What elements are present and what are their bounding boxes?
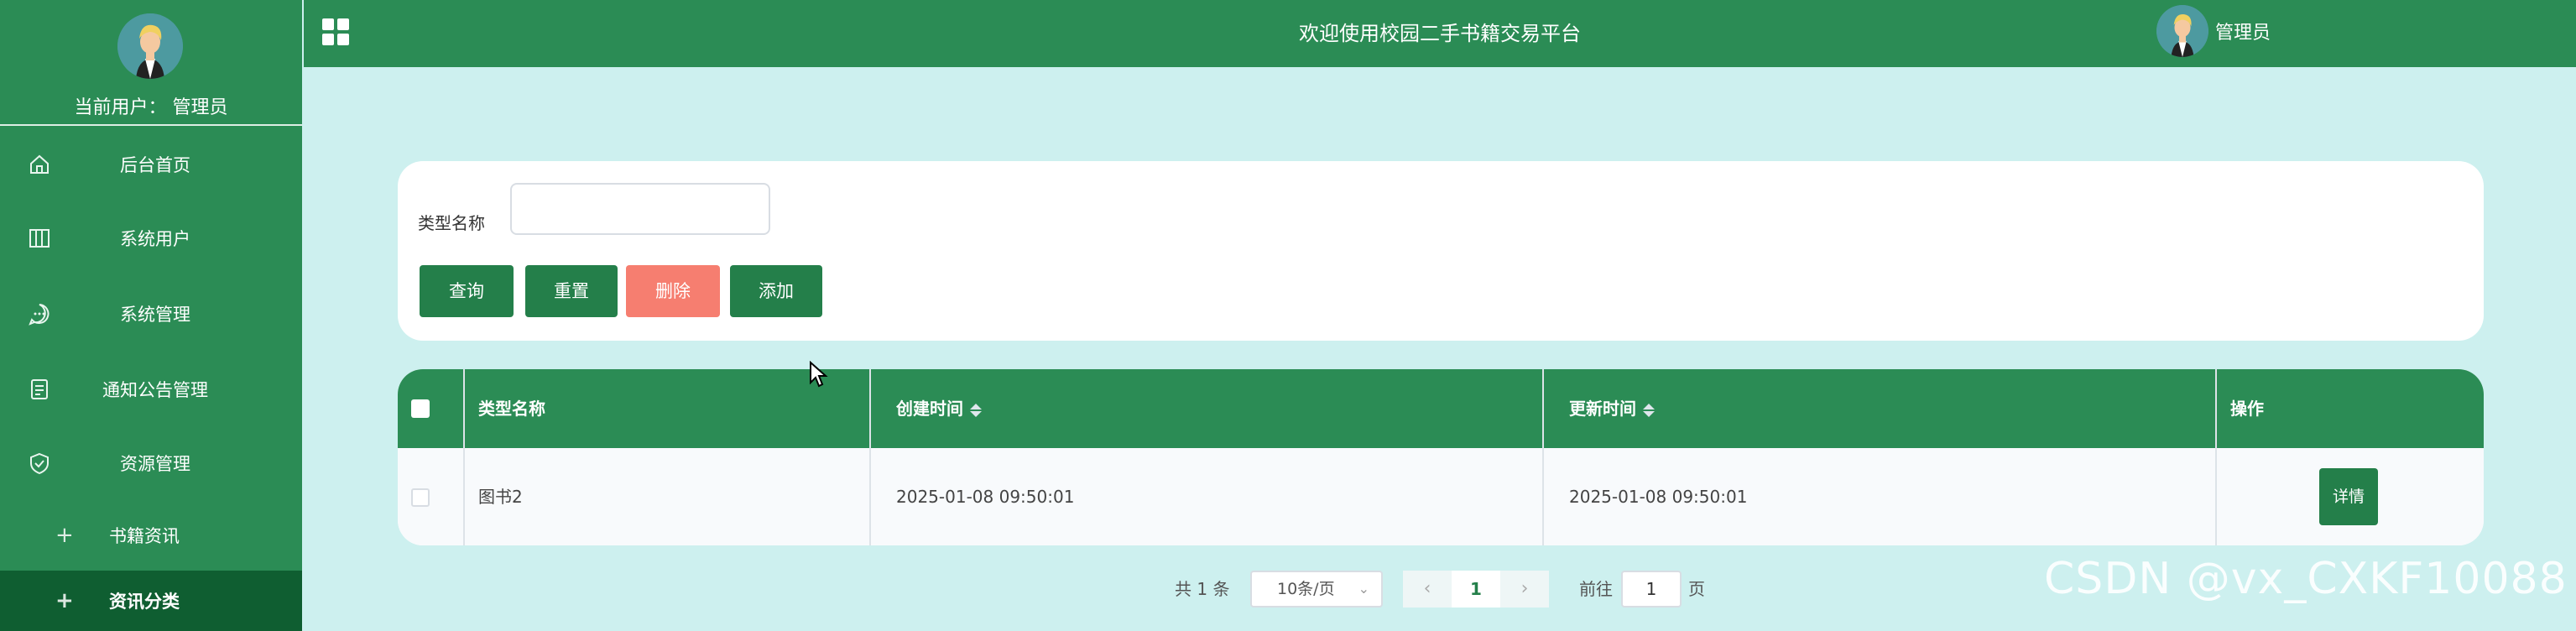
total-count: 共 1 条: [1175, 579, 1230, 599]
sidebar-item-label: 后台首页: [120, 155, 190, 175]
chevron-down-icon: ⌄: [1358, 581, 1369, 597]
sidebar-item-resource-management[interactable]: 资源管理: [0, 426, 302, 500]
query-button[interactable]: 查询: [420, 265, 514, 317]
user-avatar[interactable]: [2156, 5, 2208, 57]
reset-button[interactable]: 重置: [525, 265, 618, 317]
column-header-type-name: 类型名称: [478, 399, 545, 419]
top-bar: 欢迎使用校园二手书籍交易平台 管理员: [304, 0, 2576, 67]
data-table: 类型名称 创建时间 更新时间 操作 图书2 2025-01-08 09:50:0…: [398, 369, 2484, 545]
row-checkbox[interactable]: [411, 488, 430, 507]
current-page[interactable]: 1: [1452, 571, 1500, 608]
next-page-button[interactable]: ›: [1500, 571, 1549, 608]
select-all-checkbox[interactable]: [411, 399, 430, 418]
sidebar-item-label: 系统管理: [120, 305, 190, 325]
watermark: CSDN @vx_CXKF10088: [2044, 554, 2568, 604]
sidebar-item-label: 资源管理: [120, 454, 190, 474]
sidebar-item-label: 书籍资讯: [109, 526, 180, 546]
column-header-actions: 操作: [2230, 399, 2264, 419]
cell-created-time: 2025-01-08 09:50:01: [896, 487, 1075, 507]
sidebar-item-system-management[interactable]: 系统管理: [0, 277, 302, 351]
sidebar-item-home[interactable]: 后台首页: [0, 128, 302, 201]
search-panel: 类型名称 查询 重置 删除 添加: [398, 161, 2484, 341]
current-user-label: 当前用户： 管理员: [74, 97, 228, 118]
cell-updated-time: 2025-01-08 09:50:01: [1569, 487, 1748, 507]
sidebar-item-label: 系统用户: [120, 229, 190, 249]
sidebar-subitem-book-news[interactable]: + 书籍资讯: [0, 500, 302, 571]
add-button[interactable]: 添加: [730, 265, 822, 317]
column-divider: [2215, 369, 2217, 545]
type-name-input[interactable]: [510, 183, 770, 235]
page-size-value: 10条/页: [1277, 580, 1335, 598]
page-suffix-label: 页: [1688, 579, 1705, 599]
goto-label: 前往: [1579, 579, 1613, 599]
sidebar-item-label: 通知公告管理: [102, 380, 208, 400]
sidebar: 当前用户： 管理员 后台首页 系统用户 系统管理 通知公告管理 资源管理 + 书…: [0, 0, 302, 631]
table-header: 类型名称 创建时间 更新时间 操作: [398, 369, 2484, 448]
column-header-created-time[interactable]: 创建时间: [883, 369, 982, 448]
sidebar-item-notice-management[interactable]: 通知公告管理: [0, 352, 302, 426]
sidebar-item-label: 资讯分类: [109, 592, 180, 612]
sidebar-header: 当前用户： 管理员: [0, 0, 302, 126]
sidebar-item-system-users[interactable]: 系统用户: [0, 201, 302, 275]
column-divider: [869, 369, 871, 545]
sidebar-subitem-news-category[interactable]: + 资讯分类: [0, 571, 302, 631]
mouse-cursor-icon: [810, 361, 828, 388]
avatar: [117, 13, 183, 79]
goto-page-input[interactable]: 1: [1621, 571, 1682, 608]
prev-page-button[interactable]: ‹: [1403, 571, 1452, 608]
top-username[interactable]: 管理员: [2215, 0, 2271, 67]
table-row: [398, 448, 2484, 545]
sort-icon[interactable]: [970, 402, 982, 419]
detail-button[interactable]: 详情: [2319, 468, 2378, 525]
page-size-select[interactable]: 10条/页 ⌄: [1250, 571, 1383, 608]
delete-button[interactable]: 删除: [626, 265, 720, 317]
sort-icon[interactable]: [1643, 402, 1655, 419]
column-header-updated-time[interactable]: 更新时间: [1556, 369, 1655, 448]
cell-type-name: 图书2: [478, 487, 523, 507]
column-divider: [1542, 369, 1544, 545]
type-name-label: 类型名称: [418, 213, 485, 233]
